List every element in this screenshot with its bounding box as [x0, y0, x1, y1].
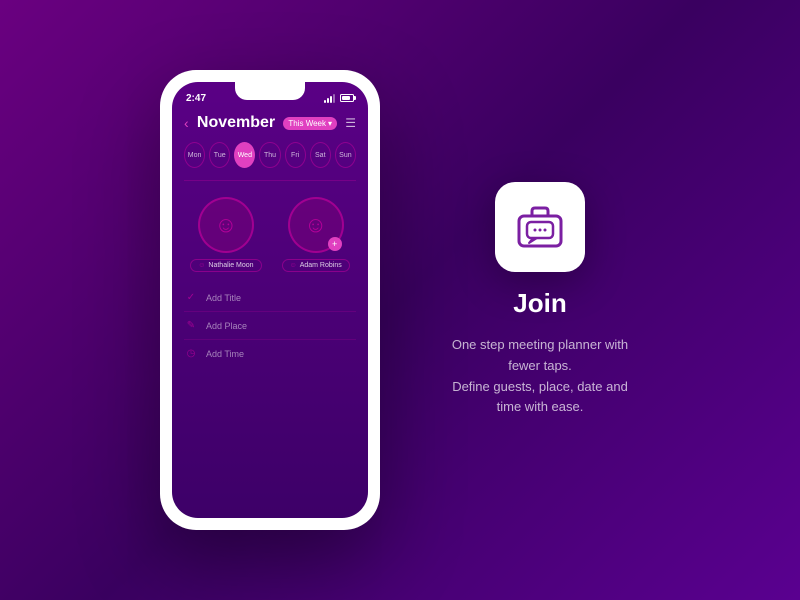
month-title: November: [197, 114, 275, 132]
contact-badge-2[interactable]: ☺ Adam Robins: [282, 259, 350, 272]
app-icon: [495, 182, 585, 272]
add-contact-button[interactable]: +: [328, 237, 342, 251]
main-container: 2:47 ‹ Novem: [0, 0, 800, 600]
add-place-label: Add Place: [206, 321, 247, 331]
contacts-section: ☺ ☺ Nathalie Moon ☺ + ☺: [184, 197, 356, 272]
menu-icon[interactable]: ☰: [345, 116, 356, 130]
notch: [235, 82, 305, 100]
day-wed[interactable]: Wed: [234, 142, 255, 168]
app-content: ‹ November This Week ▾ ☰ Mon Tue Wed Thu…: [172, 110, 368, 375]
add-time-item[interactable]: ◷ Add Time: [184, 340, 356, 367]
briefcase-chat-svg: [513, 200, 567, 254]
status-time: 2:47: [186, 93, 206, 104]
day-thu[interactable]: Thu: [259, 142, 280, 168]
week-badge-label: This Week: [288, 119, 326, 128]
day-fri[interactable]: Fri: [285, 142, 306, 168]
week-badge[interactable]: This Week ▾: [283, 117, 337, 130]
signal-icon: [324, 94, 335, 103]
join-section: Join One step meeting planner with fewer…: [440, 182, 640, 418]
form-items: ✓ Add Title ✎ Add Place ◷ Add Time: [184, 284, 356, 367]
contact-avatar-2[interactable]: ☺ +: [288, 197, 344, 253]
day-tue[interactable]: Tue: [209, 142, 230, 168]
add-title-label: Add Title: [206, 293, 241, 303]
phone-screen: 2:47 ‹ Novem: [172, 82, 368, 518]
person-small-icon-2: ☺: [290, 262, 297, 269]
person-small-icon-1: ☺: [198, 262, 205, 269]
join-title: Join: [513, 288, 566, 319]
calendar-header: ‹ November This Week ▾ ☰: [184, 114, 356, 132]
prev-month-button[interactable]: ‹: [184, 115, 189, 131]
contact-name-2: Adam Robins: [300, 262, 342, 269]
person-icon-2: ☺: [304, 212, 326, 238]
time-icon: ◷: [184, 348, 198, 359]
divider: [184, 180, 356, 181]
status-icons: [324, 94, 354, 103]
join-description: One step meeting planner with fewer taps…: [440, 335, 640, 418]
contact-avatar-1[interactable]: ☺: [198, 197, 254, 253]
contact-nathalie: ☺ ☺ Nathalie Moon: [190, 197, 261, 272]
battery-icon: [340, 94, 354, 102]
day-mon[interactable]: Mon: [184, 142, 205, 168]
add-place-item[interactable]: ✎ Add Place: [184, 312, 356, 340]
contact-name-1: Nathalie Moon: [208, 262, 253, 269]
title-icon: ✓: [184, 292, 198, 303]
chevron-down-icon: ▾: [328, 119, 332, 128]
place-icon: ✎: [184, 320, 198, 331]
phone-mockup: 2:47 ‹ Novem: [160, 70, 380, 530]
contact-badge-1[interactable]: ☺ Nathalie Moon: [190, 259, 261, 272]
person-icon-1: ☺: [215, 212, 237, 238]
add-time-label: Add Time: [206, 349, 244, 359]
days-row: Mon Tue Wed Thu Fri Sat Sun: [184, 142, 356, 168]
day-sat[interactable]: Sat: [310, 142, 331, 168]
contact-adam: ☺ + ☺ Adam Robins: [282, 197, 350, 272]
day-sun[interactable]: Sun: [335, 142, 356, 168]
add-title-item[interactable]: ✓ Add Title: [184, 284, 356, 312]
